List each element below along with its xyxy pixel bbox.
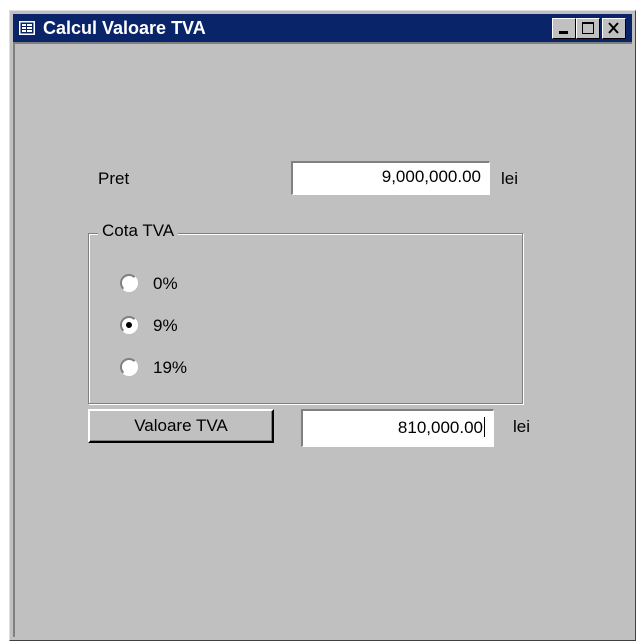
radio-button-9[interactable] [120,316,138,334]
form-window: Calcul Valoare TVA Pret 9,000,000.00 lei… [9,10,636,641]
radio-button-0[interactable] [120,274,138,292]
radio-label-9: 9% [153,316,178,335]
pret-label: Pret [98,169,130,188]
cota-tva-label: Cota TVA [98,221,179,241]
close-button[interactable] [602,18,626,39]
minimize-button[interactable] [552,18,576,39]
result-value: 810,000.00 [397,418,483,437]
radio-button-19[interactable] [120,358,138,376]
minimize-icon [559,31,568,34]
maximize-icon [582,22,594,34]
result-field[interactable]: 810,000.00 [301,409,494,447]
radio-label-19: 19% [153,358,188,377]
text-caret [484,417,485,437]
pret-unit: lei [501,169,519,188]
title-bar[interactable]: Calcul Valoare TVA [13,14,632,42]
form-icon [19,21,35,35]
close-icon [608,22,619,34]
window-title: Calcul Valoare TVA [43,18,206,38]
pret-input[interactable]: 9,000,000.00 [291,161,490,195]
radio-label-0: 0% [153,274,178,293]
form-body: Pret 9,000,000.00 lei Cota TVA 0% 9% 19%… [13,42,632,637]
valoare-tva-button[interactable]: Valoare TVA [88,409,274,443]
radio-selected-dot [126,322,132,328]
maximize-button[interactable] [576,18,600,39]
result-unit: lei [513,417,531,436]
